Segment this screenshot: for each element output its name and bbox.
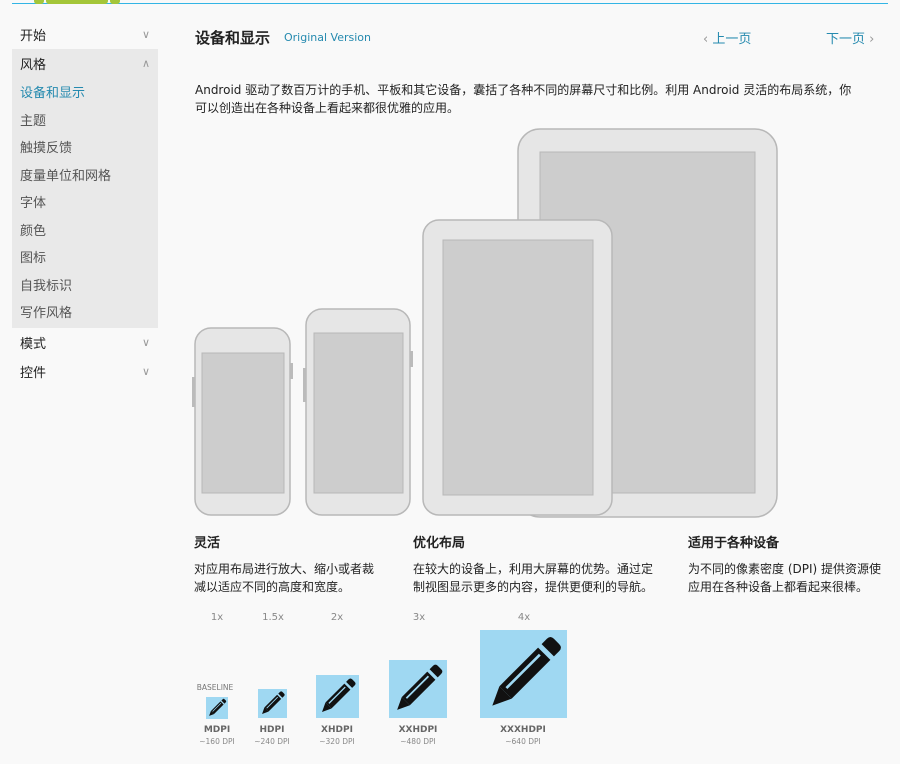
sidebar-item-typography[interactable]: 字体: [12, 188, 158, 216]
feature-optimized-layouts: 优化布局 在较大的设备上，利用大屏幕的优势。通过定 制视图显示更多的内容，提供更…: [413, 532, 678, 596]
dpi-scale-label: 1x: [211, 612, 223, 623]
sidebar-item-touch-feedback[interactable]: 触摸反馈: [12, 133, 158, 161]
dpi-value: ~240 DPI: [254, 737, 290, 746]
dpi-value: ~320 DPI: [319, 737, 355, 746]
intro-line: Android 驱动了数百万计的手机、平板和其它设备，囊括了各种不同的屏幕尺寸和…: [195, 83, 852, 97]
android-logo-fragment: [34, 0, 120, 4]
dpi-bucket-name: XHDPI: [321, 725, 353, 735]
nav-section-patterns[interactable]: 模式 ∨: [12, 328, 158, 357]
feature-line: 为不同的像素密度 (DPI) 提供资源使: [688, 562, 882, 576]
nav-section-start[interactable]: 开始 ∨: [12, 20, 158, 49]
nav-section-components[interactable]: 控件 ∨: [12, 357, 158, 386]
top-rule: [12, 0, 888, 4]
intro-paragraph: Android 驱动了数百万计的手机、平板和其它设备，囊括了各种不同的屏幕尺寸和…: [195, 81, 890, 117]
feature-title: 适用于各种设备: [688, 536, 780, 551]
feature-line: 在较大的设备上，利用大屏幕的优势。通过定: [413, 562, 654, 576]
dpi-value: ~160 DPI: [199, 737, 235, 746]
feature-flexible: 灵活 对应用布局进行放大、缩小或者裁 减以适应不同的高度和宽度。: [194, 532, 399, 596]
page-title: 设备和显示: [195, 29, 271, 47]
dpi-scale-label: 1.5x: [262, 612, 284, 623]
feature-line: 减以适应不同的高度和宽度。: [194, 580, 351, 594]
feature-line: 制视图显示更多的内容，提供更便利的导航。: [413, 580, 654, 594]
nav-section-label: 开始: [20, 29, 47, 44]
sidebar-item-devices-displays[interactable]: 设备和显示: [12, 78, 158, 106]
chevron-right-icon: ›: [869, 32, 875, 47]
sidebar-nav: 开始 ∨ 风格 ∧ 设备和显示 主题 触摸反馈 度量单位和网格 字体 颜色 图标…: [12, 20, 158, 386]
dpi-bucket-name: XXXHDPI: [500, 725, 546, 735]
chevron-up-icon: ∧: [141, 57, 150, 70]
chevron-left-icon: ‹: [703, 32, 709, 47]
sidebar-item-color[interactable]: 颜色: [12, 216, 158, 244]
feature-assets-for-all: 适用于各种设备 为不同的像素密度 (DPI) 提供资源使 应用在各种设备上都看起…: [688, 532, 893, 596]
feature-title: 优化布局: [413, 536, 466, 551]
feature-description: 在较大的设备上，利用大屏幕的优势。通过定 制视图显示更多的内容，提供更便利的导航…: [413, 560, 678, 596]
feature-description: 为不同的像素密度 (DPI) 提供资源使 应用在各种设备上都看起来很棒。: [688, 560, 893, 596]
dpi-scale-label: 4x: [518, 612, 530, 623]
devices-illustration: [192, 128, 778, 518]
feature-line: 应用在各种设备上都看起来很棒。: [688, 580, 869, 594]
small-phone-illustration: [192, 327, 293, 516]
nav-section-label: 风格: [20, 58, 47, 73]
nav-section-label: 模式: [20, 336, 47, 352]
intro-line: 可以创造出在各种设备上看起来都很优雅的应用。: [195, 101, 460, 115]
prev-page-link[interactable]: ‹ 上一页: [703, 28, 751, 47]
style-submenu: 设备和显示 主题 触摸反馈 度量单位和网格 字体 颜色 图标 自我标识 写作风格: [12, 78, 158, 328]
dpi-scale-label: 2x: [331, 612, 343, 623]
sidebar-item-branding[interactable]: 自我标识: [12, 271, 158, 299]
dpi-value: ~640 DPI: [505, 737, 541, 746]
chevron-down-icon: ∨: [141, 28, 150, 41]
sidebar-item-iconography[interactable]: 图标: [12, 243, 158, 271]
sidebar-item-themes[interactable]: 主题: [12, 106, 158, 134]
nav-section-style[interactable]: 风格 ∧: [12, 49, 158, 78]
next-page-label: 下一页: [826, 32, 866, 47]
chevron-down-icon: ∨: [141, 364, 150, 378]
baseline-label: BASELINE: [197, 683, 234, 692]
next-page-link[interactable]: 下一页 ›: [826, 28, 874, 47]
dpi-bucket-name: HDPI: [260, 725, 285, 735]
prev-page-label: 上一页: [712, 32, 752, 47]
dpi-scale-label: 3x: [413, 612, 425, 623]
sidebar-item-metrics-grids[interactable]: 度量单位和网格: [12, 161, 158, 189]
chevron-down-icon: ∨: [141, 335, 150, 349]
dpi-value: ~480 DPI: [400, 737, 436, 746]
small-tablet-illustration: [422, 219, 613, 516]
large-phone-illustration: [303, 308, 413, 516]
dpi-bucket-name: XXHDPI: [399, 725, 438, 735]
nav-section-label: 控件: [20, 365, 47, 381]
original-version-link[interactable]: Original Version: [284, 31, 371, 44]
sidebar-item-writing-style[interactable]: 写作风格: [12, 298, 158, 326]
dpi-bucket-name: MDPI: [204, 725, 230, 735]
feature-line: 对应用布局进行放大、缩小或者裁: [194, 562, 375, 576]
feature-title: 灵活: [194, 536, 221, 551]
feature-description: 对应用布局进行放大、缩小或者裁 减以适应不同的高度和宽度。: [194, 560, 399, 596]
dpi-scale-illustration: 1x 1.5x 2x 3x 4x BASELINE MDPI HDPI XHDP…: [197, 612, 567, 746]
